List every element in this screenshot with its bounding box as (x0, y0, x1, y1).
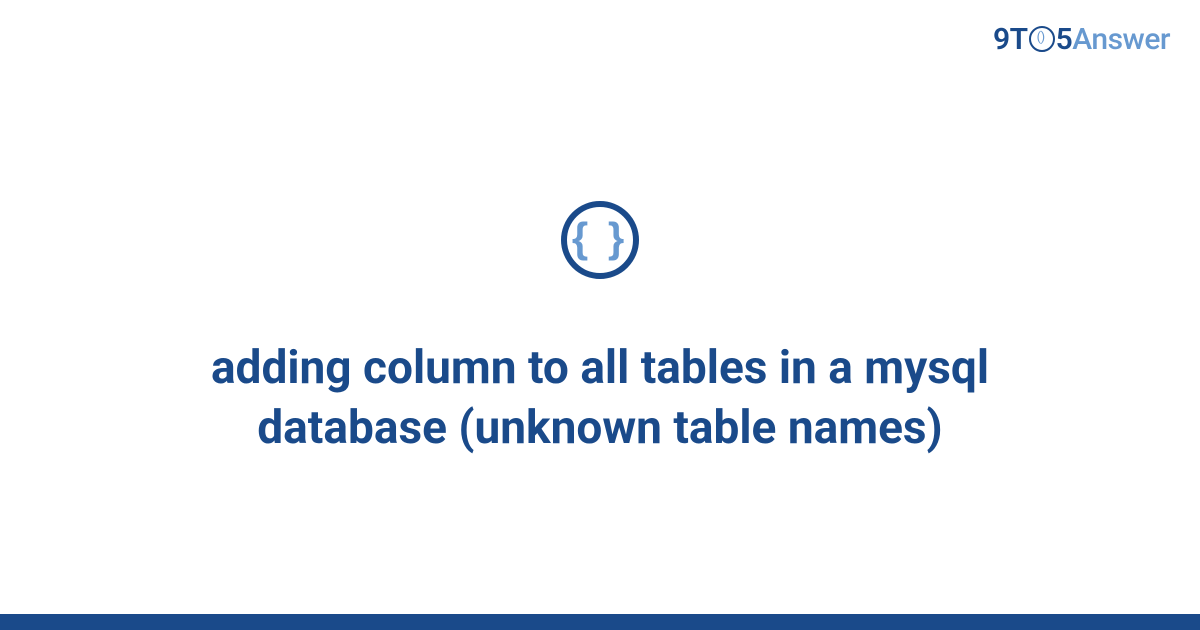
braces-glyph: { } (572, 217, 628, 259)
page-title: adding column to all tables in a mysql d… (120, 339, 1080, 459)
code-braces-icon: { } (561, 201, 639, 279)
footer-accent-bar (0, 614, 1200, 630)
main-content: { } adding column to all tables in a mys… (0, 0, 1200, 630)
